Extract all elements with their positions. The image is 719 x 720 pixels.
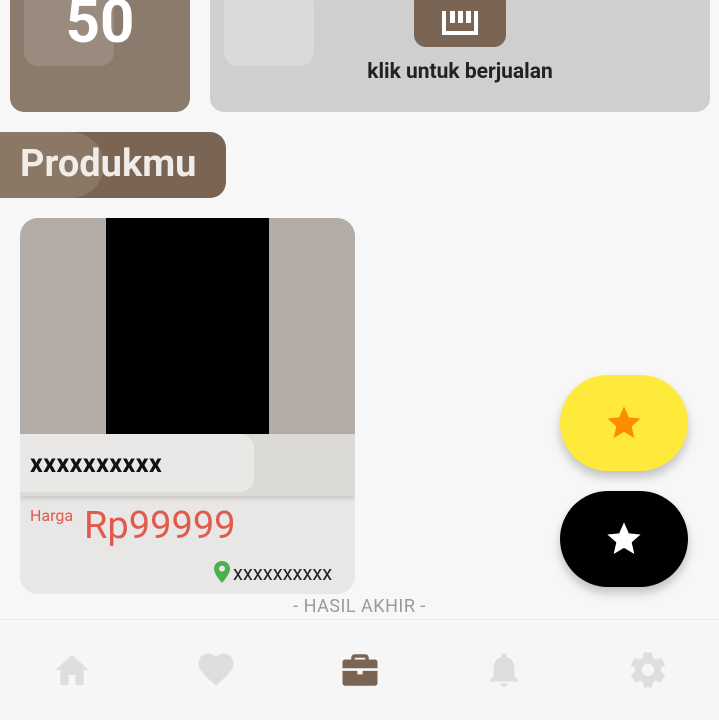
briefcase-icon <box>342 654 378 686</box>
sell-label[interactable]: klik untuk berjualan <box>210 60 710 84</box>
product-image-content <box>106 218 269 434</box>
home-icon <box>55 655 89 685</box>
store-icon[interactable] <box>414 0 506 47</box>
product-card[interactable]: xxxxxxxxxx Harga Rp99999 xxxxxxxxxx <box>20 218 355 594</box>
price-value: Rp99999 <box>84 504 236 548</box>
gear-icon <box>631 652 665 688</box>
nav-item-settings[interactable] <box>603 620 693 720</box>
bell-icon <box>489 653 519 687</box>
star-icon <box>607 522 641 554</box>
product-count: 50 <box>65 0 135 57</box>
sell-card-decoration <box>224 0 314 66</box>
product-location: xxxxxxxxxx <box>233 561 333 585</box>
favorite-fab-button[interactable] <box>560 375 688 471</box>
nav-item-notifications[interactable] <box>459 620 549 720</box>
price-label: Harga <box>30 506 74 525</box>
result-text: - HASIL AKHIR - <box>293 596 426 617</box>
location-pin-icon <box>214 561 230 583</box>
nav-item-favorites[interactable] <box>171 620 261 720</box>
bottom-navigation <box>0 619 719 720</box>
nav-item-shop[interactable] <box>315 620 405 720</box>
section-title: Produkmu <box>20 142 197 186</box>
rating-fab-button[interactable] <box>560 491 688 587</box>
star-icon <box>607 406 641 438</box>
nav-item-home[interactable] <box>27 620 117 720</box>
heart-icon <box>198 653 234 686</box>
product-name: xxxxxxxxxx <box>30 450 163 479</box>
